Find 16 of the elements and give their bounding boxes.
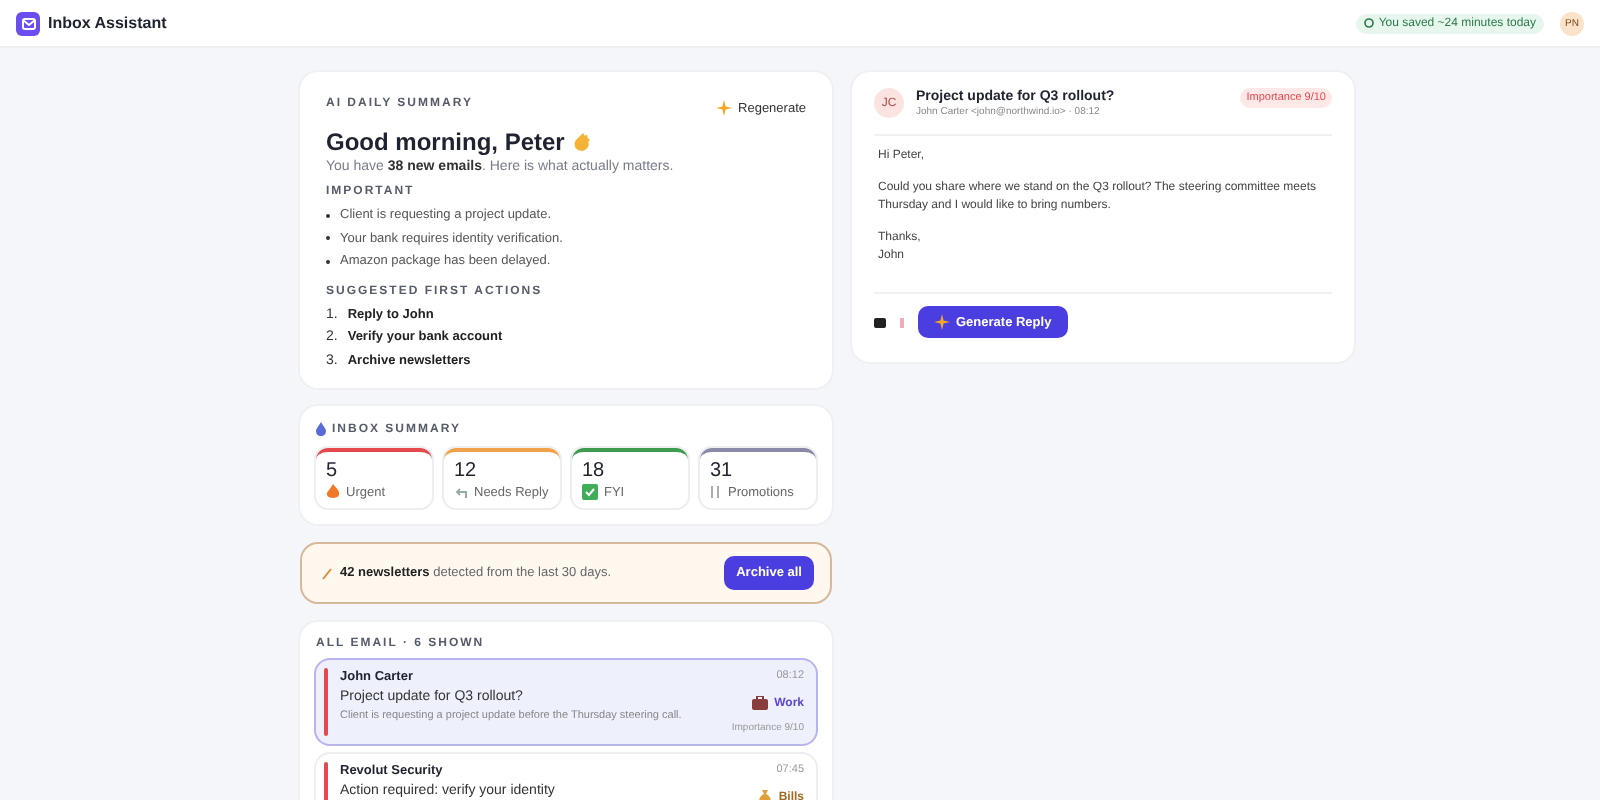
droplet-icon [316,422,326,436]
check-icon [582,484,598,500]
category-count: 12 [454,460,479,482]
app-logo-icon [16,11,40,35]
greeting: Good morning, Peter [326,128,565,156]
category-count: 31 [710,460,735,482]
tag-icon [710,484,722,500]
flame-icon [326,484,340,500]
reply-icon [454,484,468,500]
category-count: 5 [326,460,340,482]
briefcase-icon [752,696,769,710]
app-title: Inbox Assistant [48,14,167,32]
sparkle-icon [716,100,733,116]
category-count: 18 [582,460,607,482]
wand-icon [322,567,332,579]
sparkle-icon [934,314,950,330]
